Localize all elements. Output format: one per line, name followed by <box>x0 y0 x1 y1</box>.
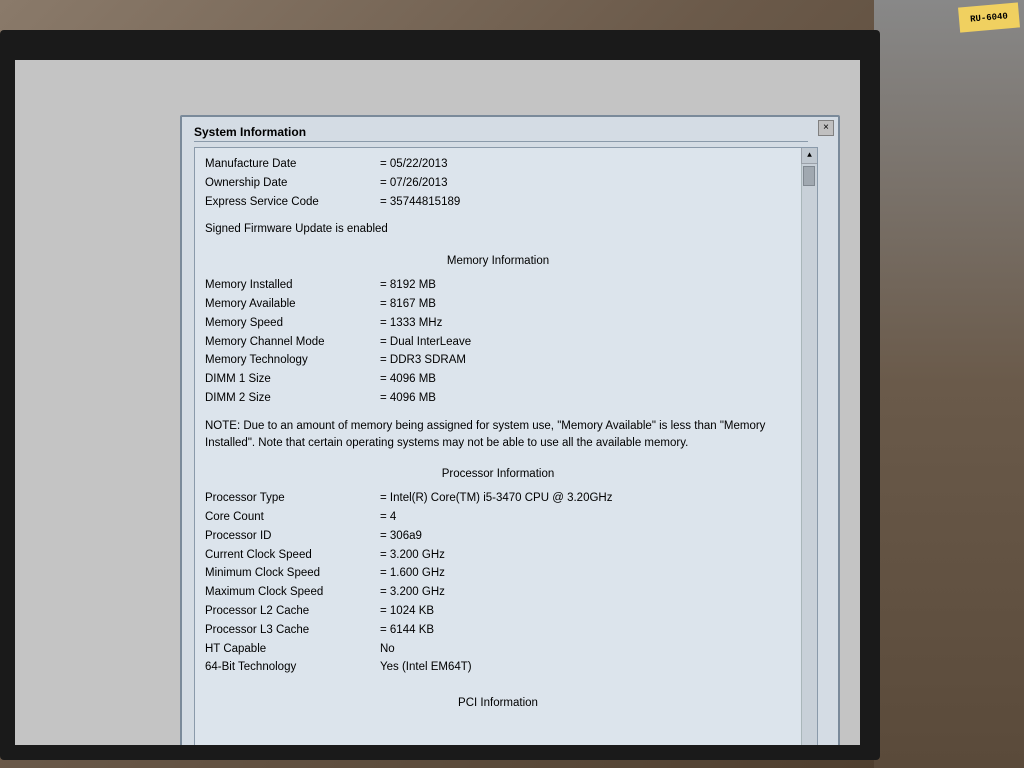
memory-row-value: = Dual InterLeave <box>380 334 471 352</box>
processor-row: Core Count= 4 <box>205 509 791 527</box>
processor-row-value: = 1024 KB <box>380 603 434 621</box>
processor-row: Current Clock Speed= 3.200 GHz <box>205 547 791 565</box>
monitor-screen: System Information × ▲ ▼ Manufacture Dat… <box>15 60 860 745</box>
memory-row-label: Memory Technology <box>205 352 380 370</box>
processor-row: Processor L3 Cache= 6144 KB <box>205 622 791 640</box>
scroll-thumb[interactable] <box>803 166 815 186</box>
processor-row-label: Core Count <box>205 509 380 527</box>
processor-row-value: = 4 <box>380 509 396 527</box>
sticky-note: RU-6040 <box>958 2 1020 32</box>
title-divider <box>194 141 808 142</box>
processor-row-value: = 306a9 <box>380 528 422 546</box>
memory-row-value: = 4096 MB <box>380 390 436 408</box>
processor-section-title: Processor Information <box>205 466 791 484</box>
memory-row-label: DIMM 1 Size <box>205 371 380 389</box>
processor-row-label: Processor Type <box>205 490 380 508</box>
processor-row-value: No <box>380 641 395 659</box>
processor-row-label: Processor L2 Cache <box>205 603 380 621</box>
memory-row: Memory Installed= 8192 MB <box>205 277 791 295</box>
memory-row-label: Memory Installed <box>205 277 380 295</box>
processor-row-label: Processor L3 Cache <box>205 622 380 640</box>
memory-row-value: = 1333 MHz <box>380 315 442 333</box>
processor-row: Processor Type= Intel(R) Core(TM) i5-347… <box>205 490 791 508</box>
monitor-bezel: System Information × ▲ ▼ Manufacture Dat… <box>0 30 880 760</box>
dialog-title: System Information <box>194 125 306 139</box>
text-content: Manufacture Date = 05/22/2013 Ownership … <box>195 148 801 727</box>
pci-section-title: PCI Information <box>205 695 791 713</box>
memory-row: DIMM 2 Size= 4096 MB <box>205 390 791 408</box>
manufacture-date-value: = 05/22/2013 <box>380 156 447 174</box>
memory-row-label: Memory Available <box>205 296 380 314</box>
memory-row-label: DIMM 2 Size <box>205 390 380 408</box>
processor-row-value: Yes (Intel EM64T) <box>380 659 472 677</box>
close-button[interactable]: × <box>818 120 834 136</box>
processor-row-value: = Intel(R) Core(TM) i5-3470 CPU @ 3.20GH… <box>380 490 612 508</box>
express-service-code-label: Express Service Code <box>205 194 380 212</box>
processor-row: Minimum Clock Speed= 1.600 GHz <box>205 565 791 583</box>
ownership-date-row: Ownership Date = 07/26/2013 <box>205 175 791 193</box>
right-background: RU-6040 <box>874 0 1024 768</box>
processor-info-rows: Processor Type= Intel(R) Core(TM) i5-347… <box>205 490 791 677</box>
memory-row: Memory Speed= 1333 MHz <box>205 315 791 333</box>
memory-row-label: Memory Speed <box>205 315 380 333</box>
processor-row-label: Processor ID <box>205 528 380 546</box>
scrollbar-track[interactable]: ▲ ▼ <box>801 148 817 745</box>
processor-row-value: = 3.200 GHz <box>380 584 445 602</box>
processor-row-label: Current Clock Speed <box>205 547 380 565</box>
memory-row-value: = 8167 MB <box>380 296 436 314</box>
processor-row: HT CapableNo <box>205 641 791 659</box>
processor-row-label: HT Capable <box>205 641 380 659</box>
memory-info-rows: Memory Installed= 8192 MBMemory Availabl… <box>205 277 791 408</box>
content-area: ▲ ▼ Manufacture Date = 05/22/2013 Owners… <box>194 147 818 745</box>
ownership-date-label: Ownership Date <box>205 175 380 193</box>
system-information-dialog: System Information × ▲ ▼ Manufacture Dat… <box>180 115 840 745</box>
processor-row: Processor L2 Cache= 1024 KB <box>205 603 791 621</box>
memory-row-value: = DDR3 SDRAM <box>380 352 466 370</box>
memory-row: Memory Channel Mode= Dual InterLeave <box>205 334 791 352</box>
processor-row-label: Minimum Clock Speed <box>205 565 380 583</box>
processor-row: 64-Bit TechnologyYes (Intel EM64T) <box>205 659 791 677</box>
processor-row-label: 64-Bit Technology <box>205 659 380 677</box>
manufacture-date-label: Manufacture Date <box>205 156 380 174</box>
processor-row-value: = 6144 KB <box>380 622 434 640</box>
express-service-code-row: Express Service Code = 35744815189 <box>205 194 791 212</box>
scroll-up-arrow[interactable]: ▲ <box>801 148 817 164</box>
memory-row-value: = 4096 MB <box>380 371 436 389</box>
ownership-date-value: = 07/26/2013 <box>380 175 447 193</box>
memory-row: Memory Available= 8167 MB <box>205 296 791 314</box>
memory-row: Memory Technology= DDR3 SDRAM <box>205 352 791 370</box>
processor-row-value: = 3.200 GHz <box>380 547 445 565</box>
processor-row: Processor ID= 306a9 <box>205 528 791 546</box>
processor-row-label: Maximum Clock Speed <box>205 584 380 602</box>
memory-row-value: = 8192 MB <box>380 277 436 295</box>
manufacture-date-row: Manufacture Date = 05/22/2013 <box>205 156 791 174</box>
firmware-notice: Signed Firmware Update is enabled <box>205 221 791 239</box>
memory-row: DIMM 1 Size= 4096 MB <box>205 371 791 389</box>
memory-note: NOTE: Due to an amount of memory being a… <box>205 418 791 453</box>
memory-row-label: Memory Channel Mode <box>205 334 380 352</box>
express-service-code-value: = 35744815189 <box>380 194 460 212</box>
processor-row: Maximum Clock Speed= 3.200 GHz <box>205 584 791 602</box>
processor-row-value: = 1.600 GHz <box>380 565 445 583</box>
memory-section-title: Memory Information <box>205 253 791 271</box>
